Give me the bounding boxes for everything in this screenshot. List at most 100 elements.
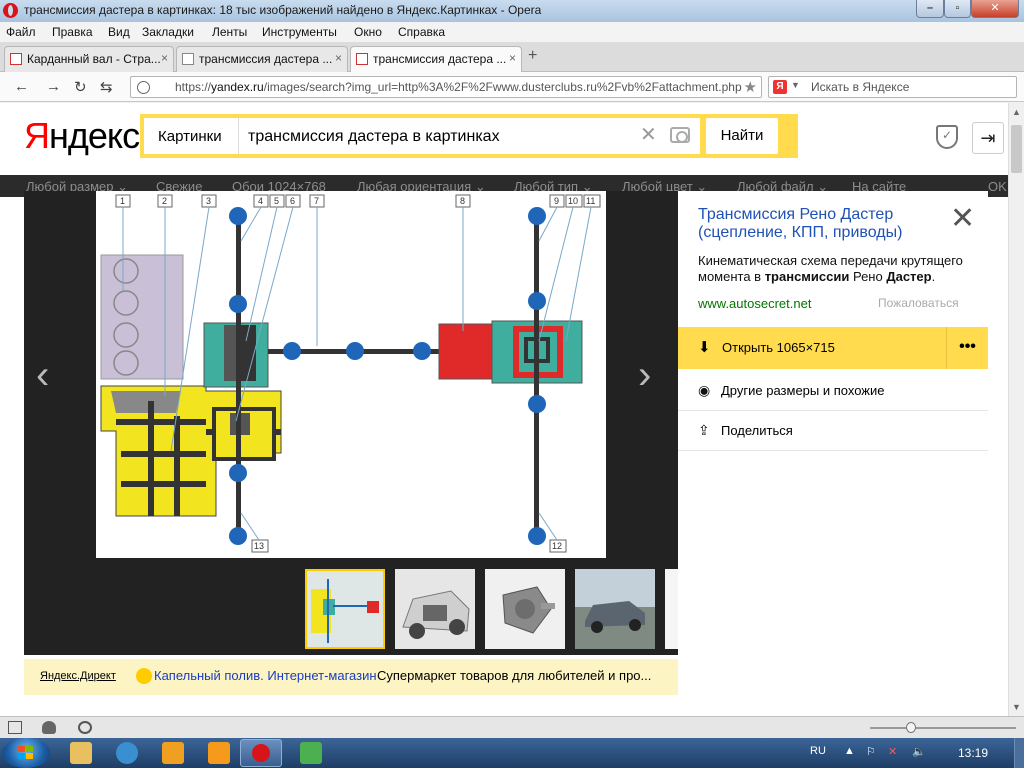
divider [238, 118, 239, 154]
menu-window[interactable]: Окно [354, 25, 382, 39]
tab-duster-active[interactable]: трансмиссия дастера ... × [350, 46, 522, 73]
url-field[interactable]: https://yandex.ru/images/search?img_url=… [130, 76, 762, 98]
label-2: 2 [162, 196, 167, 206]
open-image-label: Открыть 1065×715 [722, 340, 835, 355]
menu-file[interactable]: Файл [6, 25, 36, 39]
turbo-cloud-icon[interactable] [42, 721, 56, 734]
search-button[interactable]: Найти [706, 118, 778, 154]
bookmark-star-icon[interactable]: ★ [744, 78, 757, 96]
login-icon[interactable]: ⇥ [972, 122, 1004, 154]
label-6: 6 [290, 196, 295, 206]
maximize-button[interactable]: ▫ [944, 0, 971, 18]
app-icon[interactable] [300, 742, 322, 764]
menu-edit[interactable]: Правка [52, 25, 93, 39]
explorer-icon[interactable] [70, 742, 92, 764]
status-bar [0, 716, 1024, 738]
forward-arrow-icon[interactable]: → [46, 78, 61, 95]
tab-close-icon[interactable]: × [161, 51, 168, 65]
scroll-thumb[interactable] [1011, 125, 1022, 173]
volume-icon[interactable]: 🔈 [912, 745, 926, 758]
show-desktop-button[interactable] [1014, 738, 1024, 768]
reload-icon[interactable]: ↻ [74, 78, 87, 96]
thumbnail-car-photo[interactable] [575, 569, 655, 649]
camera-icon[interactable] [670, 127, 690, 143]
tab-close-icon[interactable]: × [509, 51, 516, 65]
menu-tools[interactable]: Инструменты [262, 25, 337, 39]
tab-duster-1[interactable]: трансмиссия дастера ... × [176, 46, 348, 72]
ad-link[interactable]: Капельный полив. Интернет-магазин [154, 668, 377, 683]
clear-icon[interactable]: ✕ [640, 122, 657, 147]
zoom-slider-handle[interactable] [906, 722, 916, 733]
thumbnail-diagram[interactable] [305, 569, 385, 649]
chevron-down-icon[interactable]: ▼ [791, 80, 800, 90]
page-favicon-icon [356, 53, 368, 65]
share-button[interactable]: ⇪ Поделиться [678, 411, 988, 451]
label-11: 11 [586, 196, 595, 206]
service-label[interactable]: Картинки [158, 128, 222, 145]
windows-flag-icon [18, 746, 34, 760]
previous-image-arrow-icon[interactable]: ‹ [36, 353, 49, 398]
report-link[interactable]: Пожаловаться [878, 296, 959, 310]
clock[interactable]: 13:19 [958, 746, 988, 760]
direct-label[interactable]: Яндекс.Директ [40, 670, 116, 682]
window-title-bar: трансмиссия дастера в картинках: 18 тыс … [0, 0, 1024, 22]
scroll-down-icon[interactable]: ▼ [1012, 702, 1021, 712]
image-title-link[interactable]: Трансмиссия Рено Дастер (сцепление, КПП,… [698, 206, 938, 242]
tab-cardan-shaft[interactable]: Карданный вал - Стра... × [4, 46, 174, 72]
transmission-diagram-image[interactable]: 1 2 3 4 5 6 7 8 9 10 11 12 13 [96, 191, 606, 558]
next-image-arrow-icon[interactable]: › [638, 353, 651, 398]
more-options-button[interactable]: ••• [946, 327, 988, 369]
close-icon[interactable]: ✕ [950, 201, 975, 236]
window-title: трансмиссия дастера в картинках: 18 тыс … [24, 3, 542, 17]
on-app-icon[interactable] [208, 742, 230, 764]
speed-dial-icon[interactable] [78, 721, 92, 734]
new-tab-plus-icon[interactable]: + [528, 47, 537, 65]
network-icon[interactable]: ✕ [888, 745, 897, 758]
open-image-button[interactable]: ⬇ Открыть 1065×715 ••• [678, 327, 988, 369]
search-input[interactable]: Картинки трансмиссия дастера в картинках… [144, 118, 700, 154]
yandex-engine-icon[interactable]: Я [773, 80, 787, 94]
source-link[interactable]: www.autosecret.net [698, 296, 811, 311]
menu-bookmarks[interactable]: Закладки [142, 25, 194, 39]
thumbnail-car-cutaway[interactable] [395, 569, 475, 649]
language-indicator[interactable]: RU [810, 745, 826, 757]
opera-icon [252, 744, 270, 762]
url-text: https://yandex.ru/images/search?img_url=… [175, 80, 742, 94]
opera-taskbar-item[interactable] [240, 739, 282, 767]
search-placeholder: Искать в Яндексе [811, 80, 910, 94]
tab-bar: Карданный вал - Стра... × трансмиссия да… [0, 42, 1024, 73]
similar-images-button[interactable]: ◉ Другие размеры и похожие [678, 371, 988, 411]
chevron-up-icon[interactable]: ▲ [844, 745, 855, 757]
flag-icon[interactable]: ⚐ [866, 745, 876, 758]
minimize-button[interactable]: – [916, 0, 944, 18]
label-7: 7 [314, 196, 319, 206]
menu-help[interactable]: Справка [398, 25, 445, 39]
panel-toggle-icon[interactable] [8, 721, 22, 734]
search-query-text[interactable]: трансмиссия дастера в картинках [248, 128, 500, 146]
home-icon[interactable]: ⇆ [100, 78, 113, 96]
start-button[interactable] [2, 738, 50, 768]
label-3: 3 [206, 196, 211, 206]
scroll-up-icon[interactable]: ▲ [1012, 107, 1021, 117]
thumbnail-gearbox[interactable] [485, 569, 565, 649]
menu-feeds[interactable]: Ленты [212, 25, 247, 39]
menu-view[interactable]: Вид [108, 25, 130, 39]
page-favicon-icon [10, 53, 22, 65]
zoom-slider-track[interactable] [870, 727, 1016, 729]
yandex-logo[interactable]: Яндекс [24, 115, 140, 157]
yandex-direct-ad: Яндекс.Директ Капельный полив. Интернет-… [24, 659, 678, 695]
back-arrow-icon[interactable]: ← [14, 78, 29, 95]
close-window-button[interactable]: ✕ [971, 0, 1019, 18]
ad-text: Супермаркет товаров для любителей и про.… [377, 668, 652, 683]
thumbnail-partial[interactable] [665, 569, 679, 649]
media-icon[interactable] [116, 742, 138, 764]
page-scrollbar[interactable]: ▲ ▼ [1008, 103, 1024, 716]
shield-icon[interactable] [936, 125, 958, 149]
share-label: Поделиться [721, 423, 793, 438]
tab-close-icon[interactable]: × [335, 51, 342, 65]
browser-search-field[interactable]: Я ▼ Искать в Яндексе [768, 76, 1017, 98]
filter-ok-button[interactable]: OK [988, 179, 1007, 194]
windows-taskbar: RU ▲ ⚐ ✕ 🔈 13:19 [0, 738, 1024, 768]
player-icon[interactable] [162, 742, 184, 764]
camera-search-icon: ◉ [698, 382, 711, 398]
